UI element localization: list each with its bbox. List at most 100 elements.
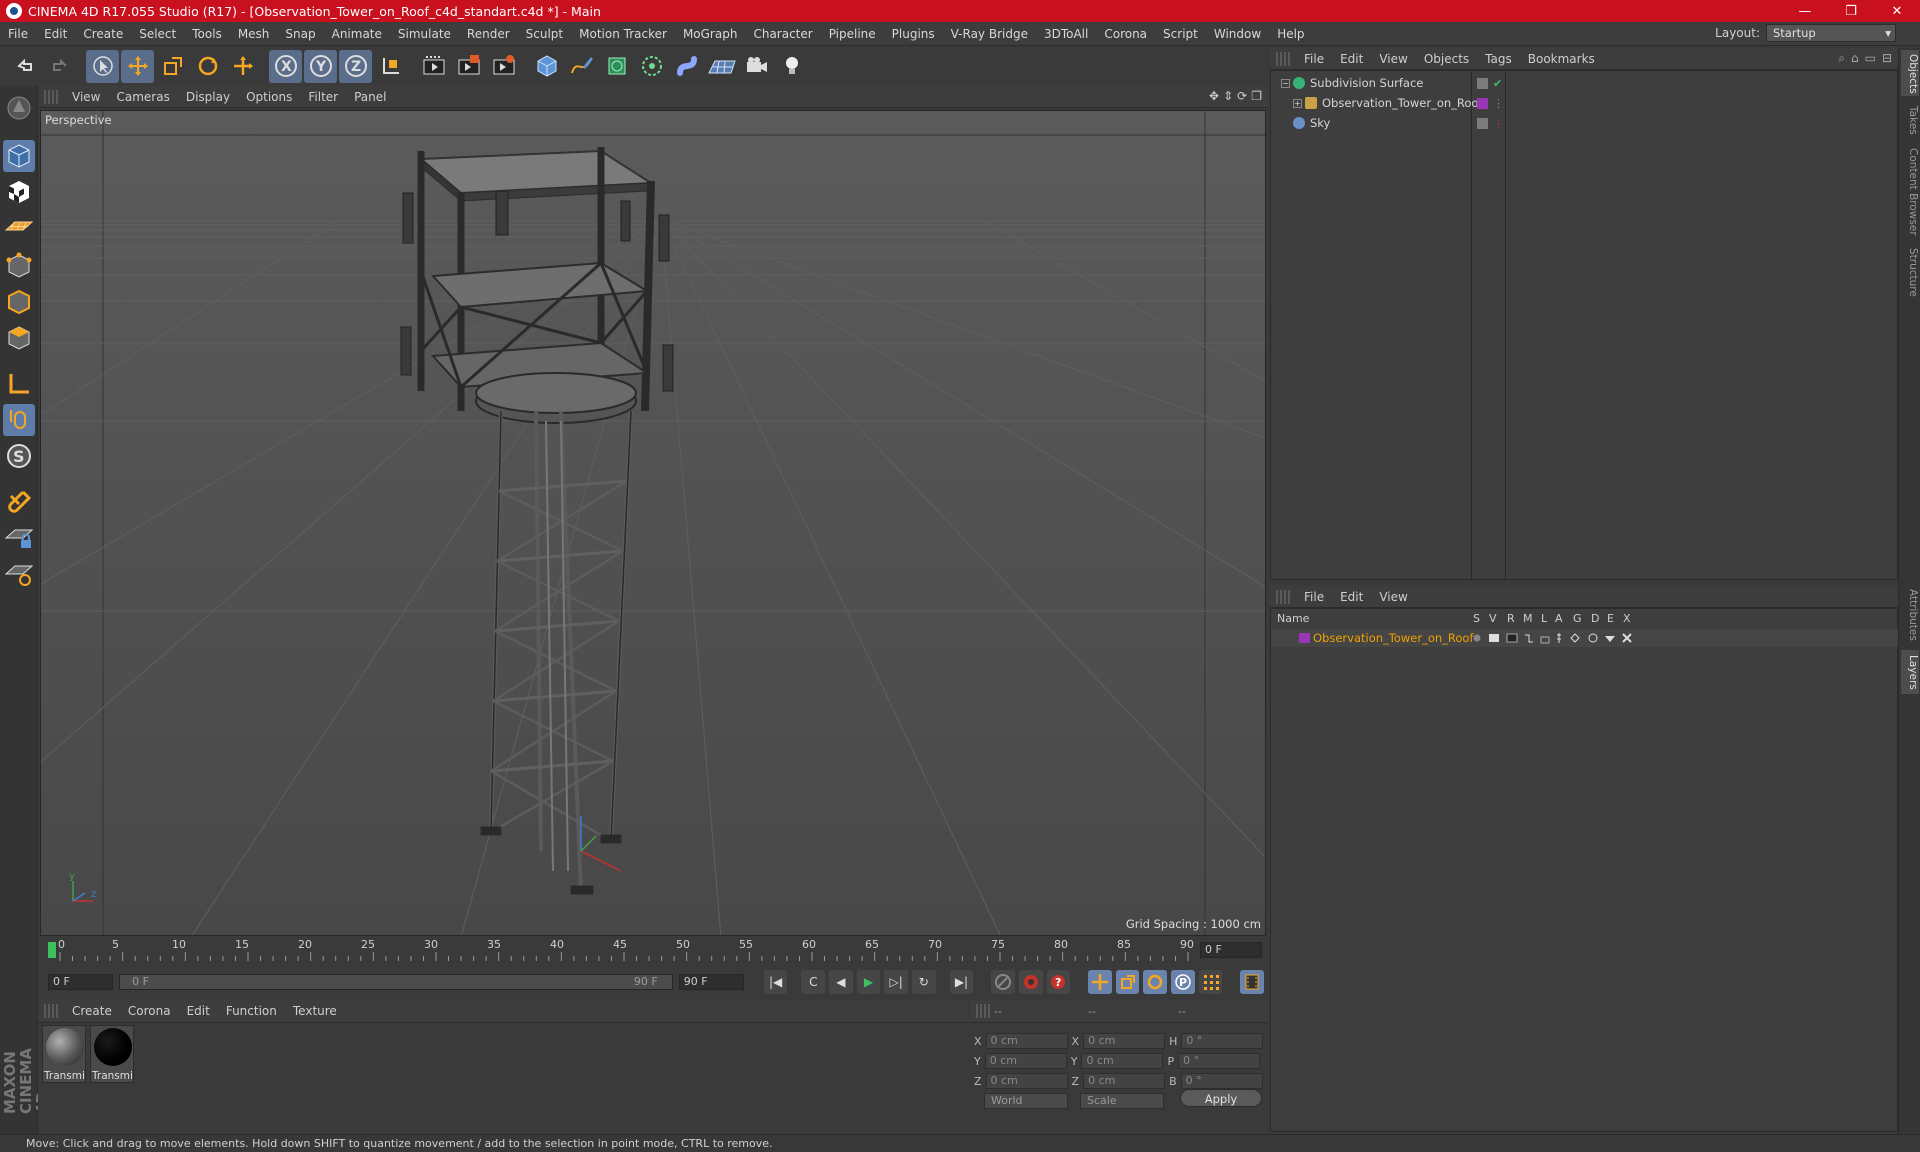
size-mode-select[interactable]: Scale bbox=[1080, 1093, 1164, 1109]
key-pla-grid-icon[interactable] bbox=[1198, 970, 1223, 994]
object-row-sky[interactable]: Sky ⋮ bbox=[1271, 113, 1899, 133]
deformer-icon[interactable] bbox=[670, 50, 703, 83]
step-back-button[interactable]: ◀ bbox=[829, 970, 853, 994]
live-select-icon[interactable] bbox=[86, 49, 119, 83]
viewport-menu-panel[interactable]: Panel bbox=[346, 90, 394, 104]
points-mode-icon[interactable] bbox=[3, 250, 35, 282]
camera-icon[interactable] bbox=[740, 50, 773, 83]
objects-menu-edit[interactable]: Edit bbox=[1332, 52, 1371, 66]
layer-color-swatch[interactable] bbox=[1477, 97, 1488, 109]
floor-scene-icon[interactable] bbox=[705, 50, 738, 83]
panel-grip-icon[interactable] bbox=[44, 1004, 58, 1018]
rotation-p-field[interactable]: 0 ° bbox=[1178, 1053, 1261, 1069]
scale-tool-icon[interactable] bbox=[156, 50, 189, 83]
viewport-menu-display[interactable]: Display bbox=[178, 90, 238, 104]
collapse-toggle-icon[interactable]: − bbox=[1281, 78, 1290, 88]
go-to-prev-key-button[interactable]: C bbox=[801, 970, 826, 994]
material-swatch[interactable]: Transmi bbox=[42, 1025, 86, 1083]
layer-color-swatch[interactable] bbox=[1299, 633, 1310, 643]
tab-objects[interactable]: Objects bbox=[1901, 50, 1919, 96]
tab-layers[interactable]: Layers bbox=[1901, 650, 1919, 694]
z-axis-lock-icon[interactable]: Z bbox=[339, 49, 372, 83]
material-menu-corona[interactable]: Corona bbox=[120, 1004, 179, 1018]
dots-toggle-icon[interactable]: ⋮ bbox=[1493, 97, 1504, 110]
play-forward-button[interactable]: ▶ bbox=[856, 970, 881, 994]
menu-file[interactable]: File bbox=[0, 22, 36, 46]
material-menu-edit[interactable]: Edit bbox=[179, 1004, 218, 1018]
menu-edit[interactable]: Edit bbox=[36, 22, 75, 46]
objects-menu-file[interactable]: File bbox=[1296, 52, 1332, 66]
position-x-field[interactable]: 0 cm bbox=[985, 1033, 1068, 1049]
enabled-check-icon[interactable]: ✔ bbox=[1493, 77, 1502, 90]
object-row-observation-tower[interactable]: + Observation_Tower_on_Roof ⋮ bbox=[1271, 93, 1899, 113]
rotation-b-field[interactable]: 0 ° bbox=[1180, 1073, 1263, 1089]
panel-grip-icon[interactable] bbox=[1276, 589, 1290, 604]
panel-grip-icon[interactable] bbox=[1276, 51, 1290, 66]
size-z-field[interactable]: 0 cm bbox=[1083, 1073, 1166, 1089]
layers-menu-edit[interactable]: Edit bbox=[1332, 590, 1371, 604]
visibility-toggle-icon[interactable] bbox=[1477, 117, 1488, 129]
visibility-toggle-icon[interactable] bbox=[1477, 77, 1488, 89]
menu-render[interactable]: Render bbox=[459, 22, 518, 46]
size-x-field[interactable]: 0 cm bbox=[1083, 1033, 1166, 1049]
rotate-tool-icon[interactable] bbox=[191, 50, 224, 83]
start-frame-field[interactable]: 0 F bbox=[48, 974, 114, 990]
viewport-camera-label[interactable]: Perspective bbox=[45, 113, 112, 127]
step-forward-button[interactable]: ▷| bbox=[884, 970, 908, 994]
menu-script[interactable]: Script bbox=[1155, 22, 1206, 46]
coordinate-mode-select[interactable]: World bbox=[984, 1093, 1068, 1109]
menu-window[interactable]: Window bbox=[1206, 22, 1269, 46]
object-row-subdivision-surface[interactable]: − Subdivision Surface ✔ bbox=[1271, 73, 1899, 93]
go-to-end-button[interactable]: ▶| bbox=[949, 970, 974, 994]
edges-mode-icon[interactable] bbox=[3, 286, 35, 318]
x-axis-lock-icon[interactable]: X bbox=[269, 49, 302, 83]
apply-button[interactable]: Apply bbox=[1180, 1089, 1262, 1107]
render-picture-viewer-icon[interactable] bbox=[452, 50, 485, 83]
material-menu-create[interactable]: Create bbox=[64, 1004, 120, 1018]
tab-structure[interactable]: Structure bbox=[1901, 244, 1919, 300]
menu-vray-bridge[interactable]: V-Ray Bridge bbox=[943, 22, 1036, 46]
toggle-layout-icon[interactable]: ❐ bbox=[1251, 89, 1262, 103]
menu-pipeline[interactable]: Pipeline bbox=[821, 22, 884, 46]
workplane-mode-icon[interactable] bbox=[3, 212, 35, 244]
menu-character[interactable]: Character bbox=[745, 22, 820, 46]
viewport-menu-view[interactable]: View bbox=[64, 90, 108, 104]
cube-primitive-icon[interactable] bbox=[530, 50, 563, 83]
tab-takes[interactable]: Takes bbox=[1901, 100, 1919, 140]
menu-select[interactable]: Select bbox=[131, 22, 184, 46]
material-swatch[interactable]: Transmi bbox=[90, 1025, 134, 1083]
menu-help[interactable]: Help bbox=[1269, 22, 1312, 46]
maximize-button[interactable]: ❐ bbox=[1828, 0, 1874, 22]
motion-record-icon[interactable] bbox=[991, 970, 1015, 994]
objects-menu-objects[interactable]: Objects bbox=[1416, 52, 1477, 66]
record-keyframe-icon[interactable] bbox=[1018, 970, 1043, 994]
home-icon[interactable]: ⌂ bbox=[1851, 51, 1859, 66]
minimize-button[interactable]: — bbox=[1782, 0, 1828, 22]
menu-mesh[interactable]: Mesh bbox=[230, 22, 278, 46]
zoom-view-icon[interactable]: ⇕ bbox=[1223, 89, 1233, 103]
light-bulb-icon[interactable] bbox=[775, 50, 808, 83]
redo-icon[interactable] bbox=[43, 50, 76, 83]
menu-3dtoall[interactable]: 3DToAll bbox=[1036, 22, 1096, 46]
timeline-window-icon[interactable] bbox=[1240, 970, 1265, 994]
viewport-menu-cameras[interactable]: Cameras bbox=[108, 90, 177, 104]
search-icon[interactable]: ⌕ bbox=[1838, 51, 1845, 66]
planar-workplane-icon[interactable] bbox=[3, 558, 35, 590]
expand-toggle-icon[interactable]: + bbox=[1293, 98, 1302, 108]
texture-mode-icon[interactable] bbox=[3, 176, 35, 208]
menu-corona[interactable]: Corona bbox=[1096, 22, 1155, 46]
menu-sculpt[interactable]: Sculpt bbox=[518, 22, 571, 46]
objects-menu-bookmarks[interactable]: Bookmarks bbox=[1520, 52, 1603, 66]
timeline-ruler[interactable]: 0 5 10 15 20 25 30 35 40 45 50 55 60 65 … bbox=[38, 938, 1268, 964]
go-to-next-key-button[interactable]: ↻ bbox=[912, 970, 936, 994]
make-editable-icon[interactable] bbox=[3, 92, 35, 124]
menu-plugins[interactable]: Plugins bbox=[884, 22, 943, 46]
array-cloner-icon[interactable] bbox=[635, 50, 668, 83]
material-menu-function[interactable]: Function bbox=[218, 1004, 285, 1018]
position-z-field[interactable]: 0 cm bbox=[985, 1073, 1068, 1089]
menu-mograph[interactable]: MoGraph bbox=[675, 22, 746, 46]
end-frame-field[interactable]: 90 F bbox=[678, 974, 744, 990]
tweak-mode-icon[interactable] bbox=[3, 404, 35, 436]
axis-mode-icon[interactable] bbox=[3, 368, 35, 400]
solo-mode-icon[interactable]: S bbox=[3, 440, 35, 472]
